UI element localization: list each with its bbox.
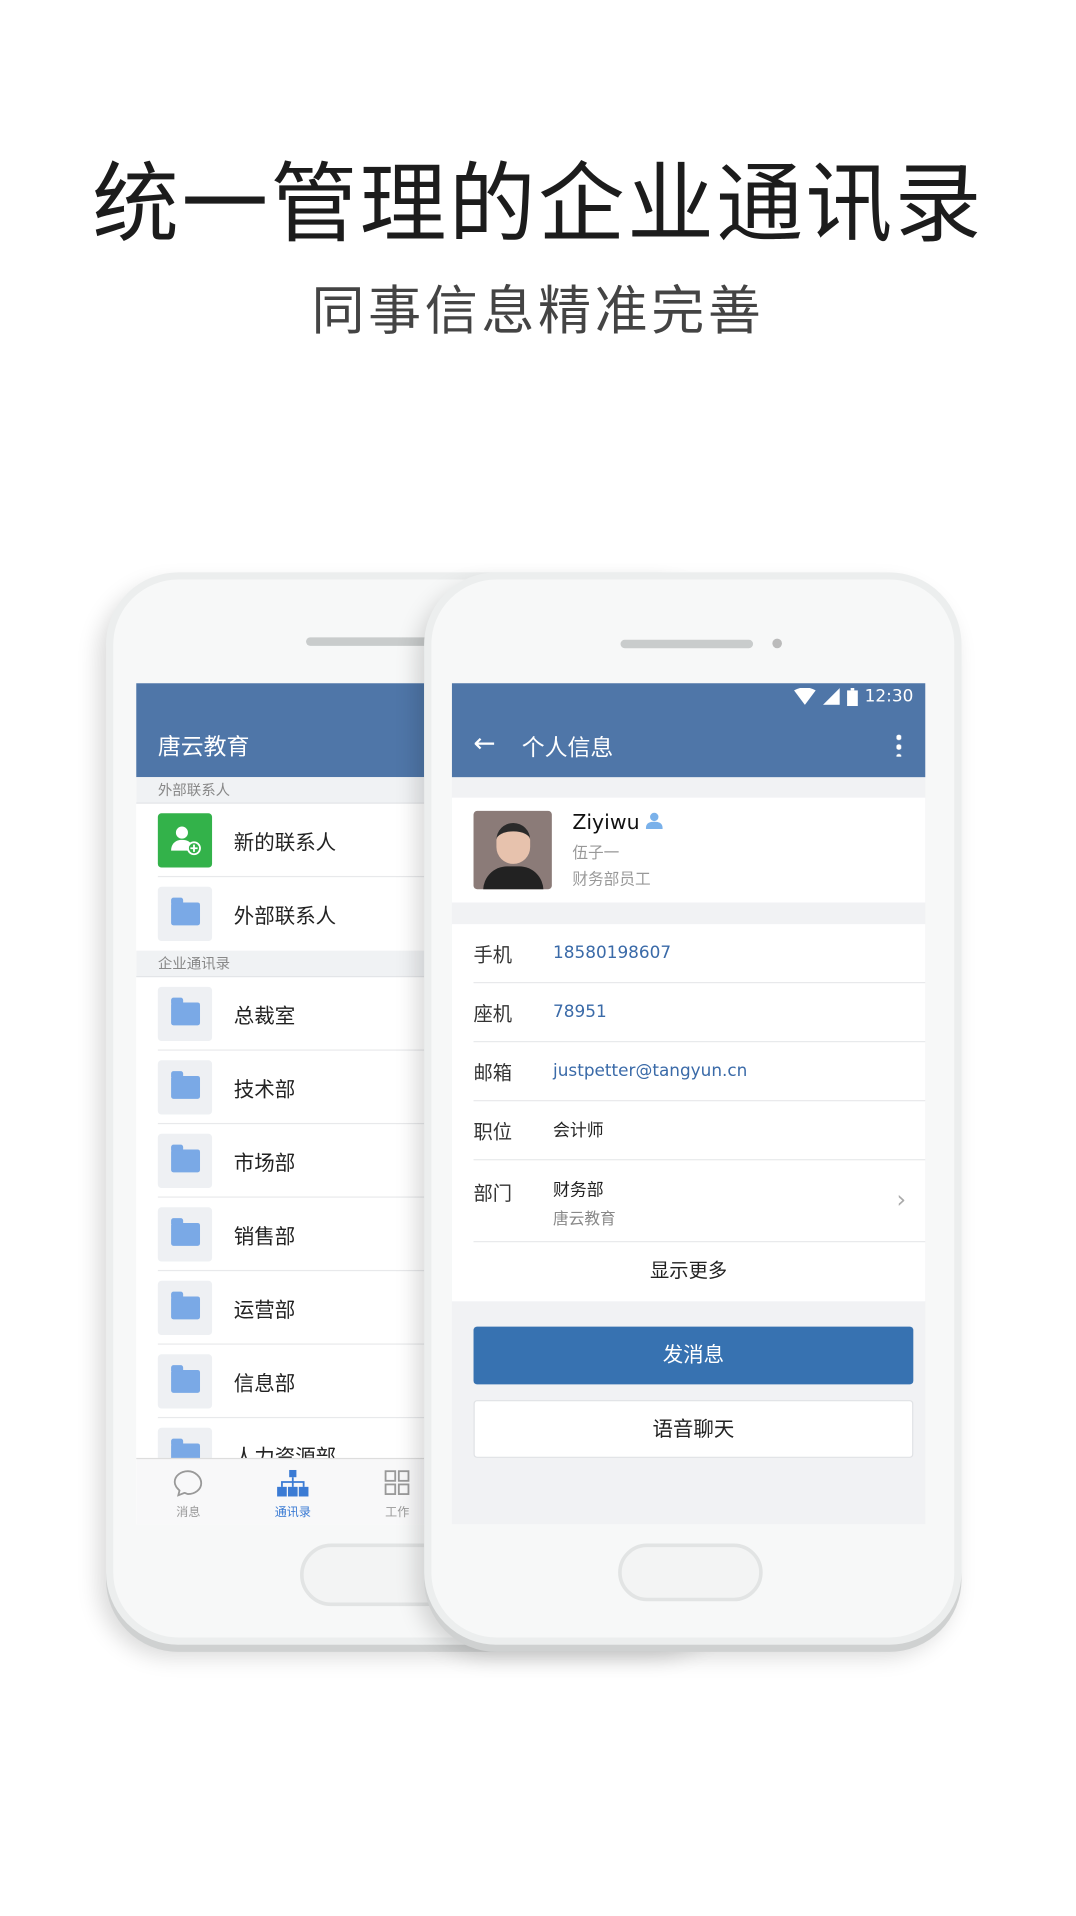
battery-icon <box>846 687 858 706</box>
list-item-department[interactable]: 市场部 <box>157 1124 450 1198</box>
profile-header: 12:30 ← 个人信息 <box>451 683 926 778</box>
section-header: 企业通讯录 <box>136 950 450 978</box>
list-item-department[interactable]: 总裁室 <box>157 977 450 1051</box>
list-item-new-contact[interactable]: 新的联系人 <box>157 804 450 878</box>
back-phone-screen: 唐云教育 外部联系人 新的联系人 外部联系人 企业通讯录 总裁室技术部市场部销售… <box>136 683 450 1525</box>
folder-icon <box>157 986 213 1041</box>
folder-icon <box>157 1206 213 1261</box>
page-title: 统一管理的企业通讯录 <box>92 153 984 255</box>
send-message-button[interactable]: 发消息 <box>473 1326 914 1385</box>
list-item-external-contacts[interactable]: 外部联系人 <box>157 877 450 950</box>
wifi-icon <box>793 687 816 705</box>
field-value[interactable]: justpetter@tangyun.cn <box>553 1062 747 1081</box>
folder-icon <box>157 1059 213 1114</box>
field-label: 职位 <box>473 1120 513 1144</box>
signal-icon <box>822 687 840 705</box>
list-item-label: 外部联系人 <box>233 904 337 929</box>
field-value: 会计师 <box>553 1121 604 1142</box>
list-item-label: 新的联系人 <box>233 830 337 855</box>
status-bar: 12:30 <box>793 686 914 707</box>
folder-icon <box>157 1280 213 1335</box>
list-item-department[interactable]: 信息部 <box>157 1345 450 1419</box>
clock: 12:30 <box>864 686 914 707</box>
org-chart-icon <box>277 1469 309 1497</box>
field-row: 邮箱 justpetter@tangyun.cn <box>473 1042 926 1102</box>
profile-role: 财务部员工 <box>572 871 651 890</box>
list-item-label: 销售部 <box>233 1224 296 1249</box>
folder-icon <box>157 1133 213 1188</box>
voice-chat-button[interactable]: 语音聊天 <box>473 1400 914 1458</box>
field-row: 座机 78951 <box>473 983 926 1043</box>
field-value: 财务部 <box>553 1180 604 1201</box>
section-header: 外部联系人 <box>136 777 450 804</box>
field-label: 手机 <box>473 943 513 967</box>
more-menu-icon[interactable] <box>896 732 902 757</box>
avatar <box>473 810 552 890</box>
org-header: 唐云教育 <box>136 683 450 778</box>
front-phone-screen: 12:30 ← 个人信息 Ziyiwu 伍子一 财务部员工 手机 18580198… <box>451 683 926 1525</box>
profile-name: Ziyiwu <box>572 810 640 835</box>
header-title: 个人信息 <box>521 734 614 762</box>
list-item-label: 技术部 <box>233 1077 296 1102</box>
list-item-department[interactable]: 技术部 <box>157 1051 450 1125</box>
field-label: 邮箱 <box>473 1061 513 1085</box>
tab-bar: 消息 通讯录 工作 <box>136 1457 450 1525</box>
user-icon <box>646 812 663 829</box>
field-value[interactable]: 18580198607 <box>553 943 671 962</box>
list-item-label: 市场部 <box>233 1151 296 1176</box>
grid-icon <box>384 1470 409 1495</box>
list-item-label: 总裁室 <box>233 1004 296 1029</box>
tab-messages[interactable]: 消息 <box>136 1459 240 1524</box>
field-row: 手机 18580198607 <box>473 924 926 984</box>
field-row[interactable]: 部门 财务部唐云教育 › <box>473 1160 926 1243</box>
page-subtitle: 同事信息精准完善 <box>311 280 765 343</box>
back-arrow-icon[interactable]: ← <box>474 729 496 759</box>
field-label: 部门 <box>473 1182 513 1205</box>
folder-icon <box>157 886 213 942</box>
detail-list: 手机 18580198607 座机 78951 邮箱 justpetter@tangyun… <box>451 924 926 1302</box>
chevron-right-icon: › <box>896 1184 907 1214</box>
folder-icon <box>157 1353 213 1408</box>
profile-chinese-name: 伍子一 <box>572 844 620 863</box>
field-row: 职位 会计师 <box>473 1101 926 1161</box>
list-item-department[interactable]: 运营部 <box>157 1271 450 1345</box>
field-sub-value: 唐云教育 <box>553 1210 616 1229</box>
show-more-button[interactable]: 显示更多 <box>452 1242 926 1300</box>
add-contact-icon <box>157 812 213 867</box>
field-label: 座机 <box>473 1002 513 1026</box>
field-value[interactable]: 78951 <box>553 1002 607 1021</box>
chat-bubble-icon <box>174 1470 203 1497</box>
tab-contacts[interactable]: 通讯录 <box>241 1459 345 1524</box>
list-item-department[interactable]: 销售部 <box>157 1198 450 1272</box>
list-item-label: 运营部 <box>233 1298 296 1323</box>
list-item-label: 信息部 <box>233 1371 296 1396</box>
profile-card[interactable]: Ziyiwu 伍子一 财务部员工 <box>451 797 926 903</box>
